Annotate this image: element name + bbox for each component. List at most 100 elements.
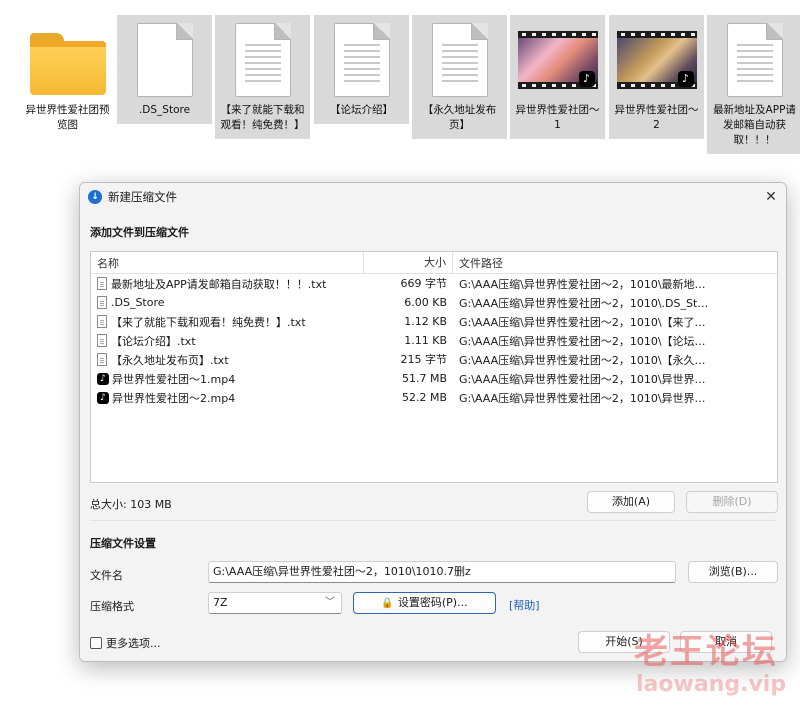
row-path: G:\AAA压缩\异世界性爱社团～2，1010\最新地址... [459,277,713,291]
file-label: .DS_Store [138,104,191,116]
row-name-cell: 【来了就能下载和观看！纯免费！】.txt [91,314,363,330]
text-file-icon [715,19,795,101]
row-size: 669 字节 [400,277,448,290]
row-path: G:\AAA压缩\异世界性爱社团～2，1010\【来了就... [459,315,713,329]
file-label: 【永久地址发布页】 [422,104,497,131]
folder-preview-images[interactable]: 异世界性爱社团预览图 [20,15,115,139]
file-video-1[interactable]: ♪ 异世界性爱社团～1 [510,15,605,139]
file-list-row[interactable]: .DS_Store 6.00 KB G:\AAA压缩\异世界性爱社团～2，1010\… [91,293,777,312]
row-path: G:\AAA压缩\异世界性爱社团～2，1010\异世界性... [459,391,713,405]
row-name: 异世界性爱社团～1.mp4 [112,372,236,386]
file-label: 最新地址及APP请发邮箱自动获取！！！ [713,104,796,146]
file-video-2[interactable]: ♪ 异世界性爱社团～2 [609,15,704,139]
row-name-cell: 【永久地址发布页】.txt [91,352,363,368]
divider [90,520,776,521]
text-file-icon [420,19,500,101]
archive-settings-heading: 压缩文件设置 [90,537,156,550]
format-value: 7Z [213,596,228,609]
video-thumbnail-icon: ♪ [517,19,598,101]
column-name[interactable]: 名称 [91,255,363,271]
add-button[interactable]: 添加(A) [587,491,675,513]
file-list-row[interactable]: 【永久地址发布页】.txt 215 字节 G:\AAA压缩\异世界性爱社团～2，10… [91,350,777,369]
row-name: 最新地址及APP请发邮箱自动获取！！！.txt [111,277,327,291]
total-size: 总大小: 103 MB [90,498,172,511]
folder-icon [28,19,108,101]
row-name: .DS_Store [111,296,165,309]
filename-label: 文件名 [90,569,123,582]
row-size: 6.00 KB [404,296,447,309]
row-size: 1.12 KB [404,315,447,328]
watermark-url: laowang.vip [636,672,787,697]
column-path[interactable]: 文件路径 [453,255,713,271]
close-button[interactable]: ✕ [756,189,786,205]
row-name: 异世界性爱社团～2.mp4 [112,391,236,405]
tiktok-icon: ♪ [97,391,109,404]
file-label: 【来了就能下载和观看！纯免费！】 [220,104,305,131]
text-file-icon [97,315,107,328]
file-permanent-address[interactable]: 【永久地址发布页】 [412,15,507,139]
dialog-title: 新建压缩文件 [108,190,177,204]
app-icon: ↓ [88,190,102,204]
chevron-down-icon: ﹀ [325,597,335,608]
file-label: 异世界性爱社团预览图 [25,104,110,131]
file-list-row[interactable]: ♪ 异世界性爱社团～1.mp4 51.7 MB G:\AAA压缩\异世界性爱社团～2，… [91,369,777,388]
delete-button[interactable]: 删除(D) [686,491,778,513]
file-list-row[interactable]: 【来了就能下载和观看！纯免费！】.txt 1.12 KB G:\AAA压缩\异世界性… [91,312,777,331]
format-label: 压缩格式 [90,600,134,613]
filename-input[interactable]: G:\AAA压缩\异世界性爱社团～2，1010\1010.7删z [208,561,676,583]
file-list[interactable]: 名称 大小 文件路径 最新地址及APP请发邮箱自动获取！！！.txt 669 字节… [90,251,778,483]
row-name: 【来了就能下载和观看！纯免费！】.txt [111,315,306,329]
text-file-icon [97,353,107,366]
file-ds-store[interactable]: .DS_Store [117,15,212,124]
text-file-icon [97,296,107,309]
row-name-cell: 最新地址及APP请发邮箱自动获取！！！.txt [91,276,363,292]
dialog-titlebar[interactable]: ↓ 新建压缩文件 ✕ [80,183,786,211]
file-list-row[interactable]: 【论坛介绍】.txt 1.11 KB G:\AAA压缩\异世界性爱社团～2，1010… [91,331,777,350]
format-select[interactable]: 7Z ﹀ [208,592,342,614]
file-label: 异世界性爱社团～1 [515,104,600,131]
row-name: 【论坛介绍】.txt [111,334,196,348]
tiktok-icon: ♪ [97,372,109,385]
row-path: G:\AAA压缩\异世界性爱社团～2，1010\异世界性... [459,372,713,386]
text-file-icon [97,334,107,347]
row-size: 1.11 KB [404,334,447,347]
row-size: 215 字节 [400,353,448,366]
text-file-icon [97,277,107,290]
row-path: G:\AAA压缩\异世界性爱社团～2，1010\.DS_Store [459,296,713,310]
file-download-notice[interactable]: 【来了就能下载和观看！纯免费！】 [215,15,310,139]
video-thumbnail-icon: ♪ [616,19,697,101]
file-label: 【论坛介绍】 [330,104,393,116]
new-archive-dialog: ↓ 新建压缩文件 ✕ 添加文件到压缩文件 名称 大小 文件路径 最新地址及APP… [79,182,787,662]
row-name-cell: 【论坛介绍】.txt [91,333,363,349]
row-name-cell: ♪ 异世界性爱社团～1.mp4 [91,371,363,387]
add-files-heading: 添加文件到压缩文件 [90,226,189,239]
text-file-icon [223,19,303,101]
checkbox-box[interactable] [90,637,102,649]
column-size[interactable]: 大小 [363,251,453,274]
more-options-label: 更多选项... [106,637,161,650]
row-path: G:\AAA压缩\异世界性爱社团～2，1010\【论坛介... [459,334,713,348]
watermark-logo: 老王论坛 [634,632,778,672]
blank-file-icon [125,19,205,101]
more-options-checkbox[interactable]: 更多选项... [90,635,161,651]
lock-icon: 🔒 [381,598,394,609]
file-list-header: 名称 大小 文件路径 [91,251,777,274]
file-label: 异世界性爱社团～2 [614,104,699,131]
browse-button[interactable]: 浏览(B)... [688,561,778,583]
row-name-cell: ♪ 异世界性爱社团～2.mp4 [91,390,363,406]
file-list-row[interactable]: ♪ 异世界性爱社团～2.mp4 52.2 MB G:\AAA压缩\异世界性爱社团～2，… [91,388,777,407]
tiktok-icon: ♪ [677,71,694,87]
tiktok-icon: ♪ [578,71,595,87]
row-size: 52.2 MB [401,391,447,404]
text-file-icon [322,19,402,101]
set-password-button[interactable]: 🔒 设置密码(P)... [353,592,496,614]
row-name-cell: .DS_Store [91,296,363,309]
help-link[interactable]: [帮助] [509,597,540,613]
set-password-label: 设置密码(P)... [397,596,468,609]
file-forum-intro[interactable]: 【论坛介绍】 [314,15,409,124]
row-name: 【永久地址发布页】.txt [111,353,229,367]
file-list-row[interactable]: 最新地址及APP请发邮箱自动获取！！！.txt 669 字节 G:\AAA压缩\异世… [91,274,777,293]
row-path: G:\AAA压缩\异世界性爱社团～2，1010\【永久地... [459,353,713,367]
row-size: 51.7 MB [401,372,447,385]
file-latest-address[interactable]: 最新地址及APP请发邮箱自动获取！！！ [707,15,800,154]
